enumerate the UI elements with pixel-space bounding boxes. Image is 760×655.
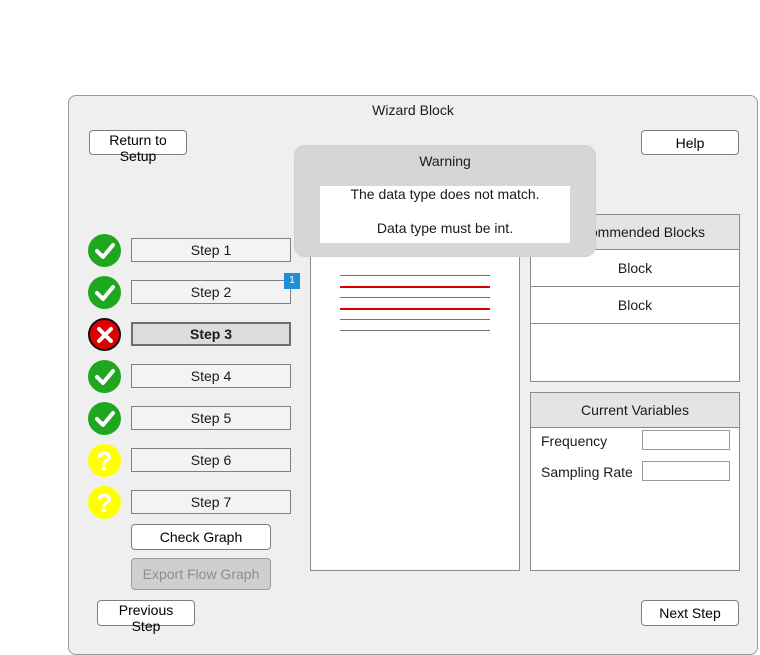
- step-3-button[interactable]: Step 3: [131, 322, 291, 346]
- step-7-button[interactable]: Step 7: [131, 490, 291, 514]
- sampling-rate-input[interactable]: [642, 461, 730, 481]
- warning-line-2: Data type must be int.: [376, 220, 514, 236]
- graph-line: [340, 330, 490, 331]
- warning-dialog: Warning The data type does not match. Da…: [295, 146, 595, 256]
- step-2-status-check-icon: [88, 276, 121, 309]
- step-1-status-check-icon: [88, 234, 121, 267]
- window-title: Wizard Block: [372, 102, 454, 118]
- export-flow-graph-button[interactable]: Export Flow Graph: [131, 558, 271, 590]
- step-6-button[interactable]: Step 6: [131, 448, 291, 472]
- step-7-status-question-icon: ?: [88, 486, 121, 519]
- step-4-status-check-icon: [88, 360, 121, 393]
- help-button[interactable]: Help: [641, 130, 739, 155]
- warning-line-1: The data type does not match.: [350, 186, 540, 202]
- frequency-input[interactable]: [642, 430, 730, 450]
- step-2-button[interactable]: Step 2: [131, 280, 291, 304]
- graph-line: [340, 319, 490, 320]
- graph-error-line: [340, 286, 490, 288]
- frequency-label: Frequency: [541, 433, 608, 449]
- step-3-status-x-icon: [88, 318, 121, 351]
- warning-message: The data type does not match. Data type …: [320, 186, 570, 243]
- graph-error-line: [340, 308, 490, 310]
- graph-line: [340, 297, 490, 298]
- graph-line: [340, 275, 490, 276]
- return-to-setup-button[interactable]: Return to Setup: [89, 130, 187, 164]
- graph-canvas[interactable]: [310, 245, 520, 571]
- step-4-button[interactable]: Step 4: [131, 364, 291, 388]
- step-2-notification-badge: 1: [284, 273, 300, 289]
- current-variables-panel: Current Variables Frequency Sampling Rat…: [530, 392, 740, 571]
- check-graph-button[interactable]: Check Graph: [131, 524, 271, 550]
- step-1-button[interactable]: Step 1: [131, 238, 291, 262]
- recommended-block-item[interactable]: Block: [531, 287, 739, 324]
- next-step-button[interactable]: Next Step: [641, 600, 739, 626]
- sampling-rate-label: Sampling Rate: [541, 464, 633, 480]
- previous-step-button[interactable]: Previous Step: [97, 600, 195, 634]
- step-5-button[interactable]: Step 5: [131, 406, 291, 430]
- warning-title: Warning: [419, 153, 471, 169]
- step-5-status-check-icon: [88, 402, 121, 435]
- step-6-status-question-icon: ?: [88, 444, 121, 477]
- current-variables-title: Current Variables: [531, 393, 739, 428]
